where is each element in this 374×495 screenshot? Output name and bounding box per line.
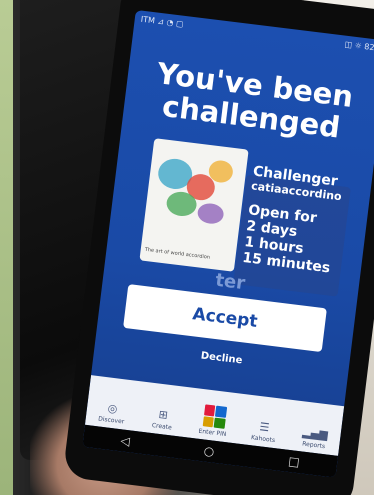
nav-enter-pin[interactable]: Enter PIN [190, 403, 237, 439]
home-icon[interactable]: ○ [203, 444, 215, 459]
accept-button[interactable]: Accept [123, 284, 327, 353]
compass-icon: ◎ [107, 401, 119, 416]
nav-label: Kahoots [250, 434, 276, 445]
challenge-title: You've been challenged [155, 56, 356, 145]
nav-label: Create [151, 422, 173, 432]
challenge-info: Challenger catiaaccordino Open for 2 day… [242, 163, 364, 279]
nav-label: Reports [301, 440, 326, 451]
status-right: ◫ ☼ 82% [344, 39, 374, 54]
paint-blob [196, 202, 225, 226]
status-bar: ITM ⊿ ◔ ▢ ◫ ☼ 82% [140, 15, 374, 59]
phone-screen: ITM ⊿ ◔ ▢ ◫ ☼ 82% You've been challenged… [82, 9, 374, 478]
plus-square-icon: ⊞ [157, 407, 169, 422]
nav-discover[interactable]: ◎ Discover [89, 398, 135, 426]
nav-label: Discover [97, 415, 125, 426]
kahoot-cover-card: The art of world accordion [139, 138, 249, 272]
card-caption: The art of world accordion [144, 246, 211, 261]
status-left: ITM ⊿ ◔ ▢ [140, 14, 185, 29]
green-background [0, 0, 13, 495]
background-word: ter [214, 269, 247, 295]
back-icon[interactable]: ◁ [120, 433, 131, 448]
bar-chart-icon: ▂▄▆ [301, 424, 329, 441]
nav-label: Enter PIN [198, 427, 227, 439]
nav-create[interactable]: ⊞ Create [140, 405, 186, 433]
recents-icon[interactable]: □ [288, 454, 301, 469]
photo-scene: ITM ⊿ ◔ ▢ ◫ ☼ 82% You've been challenged… [0, 0, 374, 495]
nav-kahoots[interactable]: ☰ Kahoots [241, 417, 287, 445]
kahoot-shapes-icon [202, 404, 227, 429]
nav-reports[interactable]: ▂▄▆ Reports [291, 423, 337, 451]
list-icon: ☰ [258, 419, 271, 434]
